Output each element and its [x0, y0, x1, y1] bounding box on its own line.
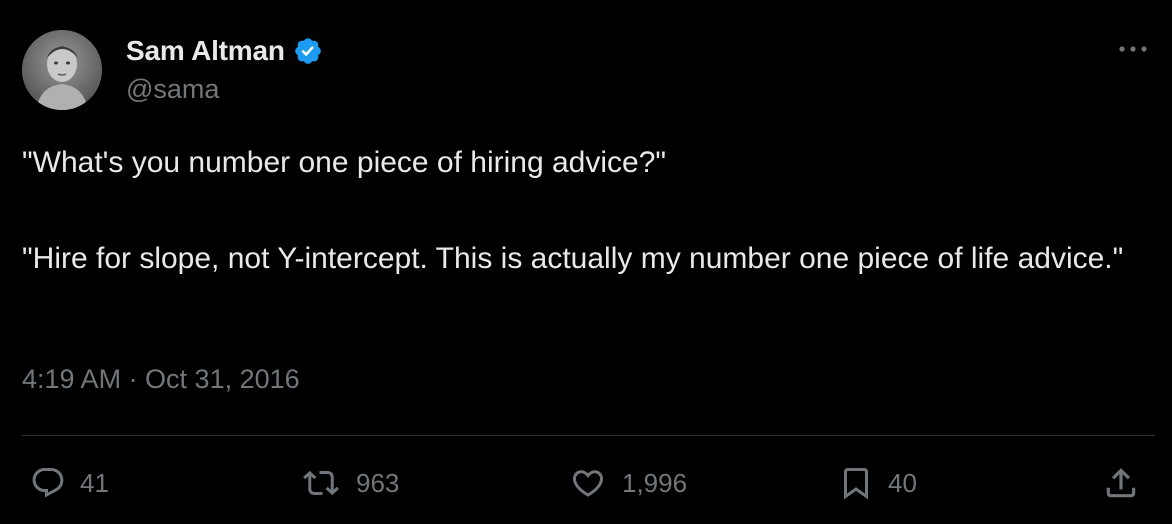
like-count: 1,996 [622, 467, 688, 498]
author-handle[interactable]: @sama [126, 74, 219, 105]
divider [22, 435, 1155, 436]
share-icon [1106, 468, 1136, 498]
more-horizontal-icon[interactable] [1116, 36, 1150, 62]
reply-count: 41 [80, 467, 109, 498]
tweet-card: Sam Altman @sama "What's you number one … [0, 0, 1172, 524]
avatar-image [22, 30, 102, 110]
retweet-icon [303, 470, 339, 496]
bookmark-icon [844, 468, 868, 500]
bookmark-count: 40 [888, 467, 917, 498]
author-name-row: Sam Altman [126, 32, 323, 70]
retweet-count: 963 [356, 467, 400, 498]
retweet-button[interactable]: 963 [300, 460, 399, 506]
avatar[interactable] [22, 30, 102, 110]
share-button[interactable] [1102, 460, 1140, 506]
reply-icon [32, 468, 64, 498]
reply-button[interactable]: 41 [30, 460, 109, 506]
tweet-paragraph: "Hire for slope, not Y-intercept. This i… [22, 242, 1124, 275]
verified-badge-icon[interactable] [293, 36, 323, 66]
author-name[interactable]: Sam Altman [126, 35, 285, 67]
heart-icon [572, 470, 604, 497]
bookmark-button[interactable]: 40 [838, 460, 917, 506]
like-button[interactable]: 1,996 [568, 460, 687, 506]
tweet-text: "What's you number one piece of hiring a… [22, 140, 1142, 282]
tweet-paragraph: "What's you number one piece of hiring a… [22, 146, 667, 179]
tweet-timestamp[interactable]: 4:19 AM · Oct 31, 2016 [22, 364, 300, 395]
